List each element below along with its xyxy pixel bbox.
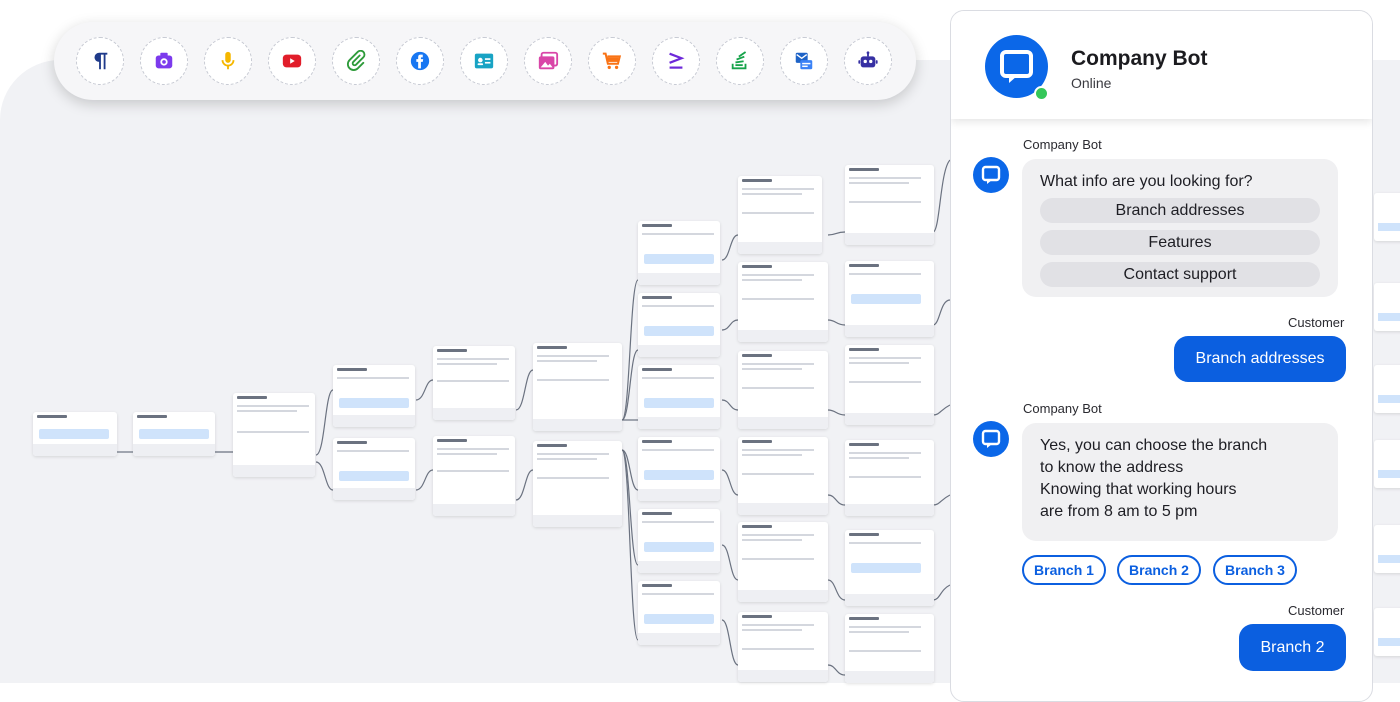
- option-branch-addresses[interactable]: Branch addresses: [1040, 198, 1320, 223]
- flow-node-edge[interactable]: [1374, 608, 1400, 656]
- flow-node-edge[interactable]: [1374, 440, 1400, 488]
- flow-node-text[interactable]: [738, 612, 828, 682]
- paragraph-icon: [94, 52, 108, 70]
- bot-message-line: Knowing that working hours: [1040, 481, 1237, 498]
- flow-node-text[interactable]: [233, 393, 315, 477]
- customer-message: Branch 2: [1239, 624, 1346, 671]
- cart-tool[interactable]: [588, 37, 636, 85]
- bot-message-line: to know the address: [1040, 459, 1184, 476]
- quick-reply-branch-2[interactable]: Branch 2: [1117, 555, 1201, 585]
- chat-header: Company Bot Online: [951, 11, 1372, 119]
- audio-tool[interactable]: [204, 37, 252, 85]
- chat-bubble-icon: [981, 165, 1001, 184]
- flow-node-text[interactable]: [738, 522, 828, 602]
- contact-card-icon: [474, 53, 494, 69]
- flow-node-button[interactable]: [333, 365, 415, 427]
- online-status-dot: [1034, 86, 1049, 101]
- flow-node-start[interactable]: [133, 412, 215, 456]
- forms-tool[interactable]: [780, 37, 828, 85]
- flow-node-button[interactable]: [638, 221, 720, 285]
- message-sender: Customer: [1288, 315, 1345, 330]
- paperclip-icon: [347, 50, 366, 71]
- quick-reply-branch-3[interactable]: Branch 3: [1213, 555, 1297, 585]
- flow-node-button[interactable]: [638, 509, 720, 573]
- chat-widget: Company Bot Online Company Bot What info…: [950, 10, 1373, 702]
- condition-tool[interactable]: [652, 37, 700, 85]
- flow-node-text[interactable]: [738, 437, 828, 515]
- flow-node-text[interactable]: [433, 346, 515, 420]
- message-sender: Company Bot: [1023, 137, 1102, 152]
- flow-node-button[interactable]: [638, 581, 720, 645]
- flow-node-text[interactable]: [533, 441, 622, 527]
- youtube-tool[interactable]: [268, 37, 316, 85]
- flow-node-text[interactable]: [433, 436, 515, 516]
- contact-card-tool[interactable]: [460, 37, 508, 85]
- flow-node-edge[interactable]: [1374, 283, 1400, 331]
- paragraph-tool[interactable]: [76, 37, 124, 85]
- flow-node-edge[interactable]: [1374, 193, 1400, 241]
- cart-icon: [602, 52, 622, 70]
- image-gallery-icon: [538, 51, 559, 70]
- flow-node-text[interactable]: [845, 614, 934, 683]
- bot-message: What info are you looking for? Branch ad…: [1022, 159, 1338, 297]
- flow-node-quick-reply[interactable]: [845, 530, 934, 606]
- forms-icon: [795, 52, 813, 70]
- stack-icon: [731, 51, 747, 70]
- quick-reply-branch-1[interactable]: Branch 1: [1022, 555, 1106, 585]
- gallery-tool[interactable]: [524, 37, 572, 85]
- flow-node-action-buttons[interactable]: [33, 412, 117, 456]
- flow-node-text[interactable]: [533, 343, 622, 431]
- attachment-tool[interactable]: [332, 37, 380, 85]
- bot-avatar: [973, 421, 1009, 457]
- flow-node-text[interactable]: [845, 165, 934, 245]
- element-toolbar: [54, 22, 916, 100]
- camera-icon: [155, 52, 173, 69]
- bot-avatar: [973, 157, 1009, 193]
- bot-name: Company Bot: [1071, 47, 1208, 70]
- flow-node-text[interactable]: [845, 345, 934, 425]
- flow-node-button[interactable]: [638, 365, 720, 429]
- bot-message: Yes, you can choose the branch to know t…: [1022, 423, 1338, 541]
- message-sender: Company Bot: [1023, 401, 1102, 416]
- microphone-icon: [221, 51, 235, 70]
- facebook-tool[interactable]: [396, 37, 444, 85]
- camera-tool[interactable]: [140, 37, 188, 85]
- flow-node-text[interactable]: [738, 351, 828, 429]
- bot-message-line: Yes, you can choose the branch: [1040, 437, 1268, 454]
- bot-message-line: are from 8 am to 5 pm: [1040, 503, 1198, 520]
- customer-message: Branch addresses: [1174, 336, 1346, 382]
- youtube-icon: [282, 54, 302, 68]
- facebook-icon: [410, 51, 430, 71]
- flow-node-text[interactable]: [845, 440, 934, 516]
- flow-node-edge[interactable]: [1374, 525, 1400, 573]
- option-contact-support[interactable]: Contact support: [1040, 262, 1320, 287]
- stack-tool[interactable]: [716, 37, 764, 85]
- flow-node-edge[interactable]: [1374, 365, 1400, 413]
- flow-node-quick-reply[interactable]: [845, 261, 934, 337]
- flow-node-text[interactable]: [738, 262, 828, 342]
- option-features[interactable]: Features: [1040, 230, 1320, 255]
- flow-node-text[interactable]: [738, 176, 822, 254]
- flow-node-button[interactable]: [638, 293, 720, 357]
- robot-icon: [858, 51, 878, 68]
- greater-equal-icon: [669, 52, 685, 69]
- flow-node-button[interactable]: [333, 438, 415, 500]
- message-sender: Customer: [1288, 603, 1345, 618]
- bot-message-text: What info are you looking for?: [1040, 173, 1253, 190]
- chat-bubble-icon: [981, 429, 1001, 448]
- bot-status: Online: [1071, 75, 1112, 91]
- bot-tool[interactable]: [844, 37, 892, 85]
- flow-node-button[interactable]: [638, 437, 720, 501]
